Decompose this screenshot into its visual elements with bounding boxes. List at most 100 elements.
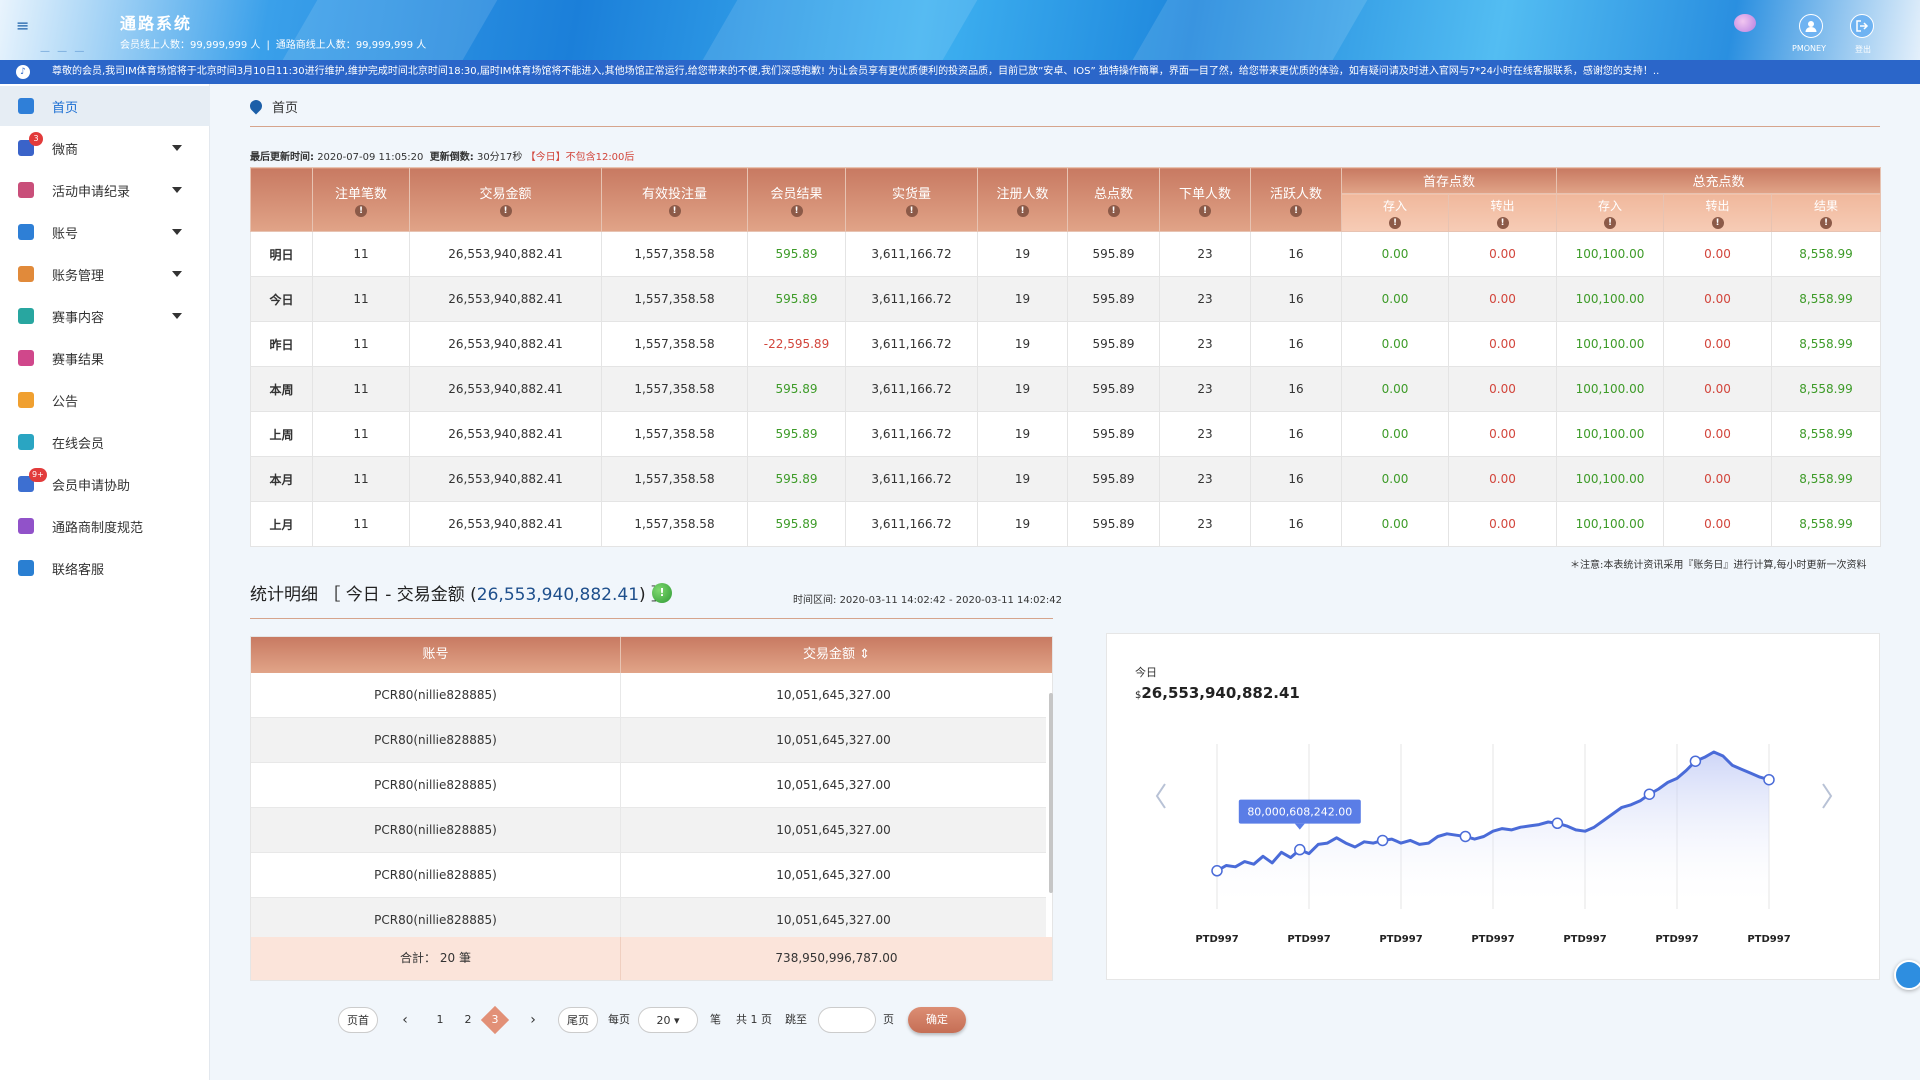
page-number[interactable]: 1: [430, 1007, 450, 1033]
sidebar-item-label: 账务管理: [52, 268, 105, 284]
page-number[interactable]: 2: [458, 1007, 478, 1033]
sub-header: 转出!: [1663, 193, 1773, 232]
sidebar-item[interactable]: 账号: [0, 212, 210, 252]
table-cell: 3,611,166.72: [845, 501, 978, 547]
table-row: 明日 11 26,553,940,882.41 1,557,358.58 595.89 3…: [250, 231, 1882, 277]
info-icon[interactable]: !: [1199, 204, 1211, 217]
user-avatar-icon[interactable]: [1799, 14, 1823, 38]
table-cell: 595.89: [1067, 276, 1160, 322]
caret-down-icon[interactable]: [172, 229, 182, 235]
jump-page-input[interactable]: [818, 1007, 876, 1033]
info-icon[interactable]: !: [652, 583, 672, 603]
sort-icon[interactable]: ⇕: [859, 647, 870, 662]
logout-icon[interactable]: [1850, 14, 1874, 38]
column-header-amount[interactable]: 交易金额 ⇕: [621, 637, 1052, 673]
sidebar-item[interactable]: 赛事内容: [0, 296, 210, 336]
chevron-left-icon[interactable]: ‹: [398, 1007, 412, 1033]
first-page-button[interactable]: 页首: [338, 1007, 378, 1033]
sidebar-item[interactable]: 首页: [0, 86, 210, 126]
sidebar-item[interactable]: 9+ 会员申请协助: [0, 464, 210, 504]
chevron-right-icon[interactable]: [1822, 783, 1833, 809]
corner-header: [250, 167, 313, 232]
table-cell: 11: [312, 321, 410, 367]
table-cell: 3,611,166.72: [845, 276, 978, 322]
column-header: 注单笔数!: [312, 167, 410, 232]
caret-down-icon[interactable]: [172, 271, 182, 277]
sidebar-item[interactable]: 公告: [0, 380, 210, 420]
table-cell: 8,558.99: [1771, 321, 1882, 367]
table-cell: 11: [312, 501, 410, 547]
sidebar-item[interactable]: 赛事结果: [0, 338, 210, 378]
data-point: [1459, 830, 1472, 843]
header-label: 存入: [1598, 198, 1623, 213]
per-page-select[interactable]: 20 ▾: [638, 1007, 698, 1033]
x-tick-label: PTD997: [1563, 934, 1606, 945]
table-cell: 8,558.99: [1771, 411, 1882, 457]
current-page[interactable]: 3: [485, 1007, 505, 1033]
table-cell: 23: [1159, 366, 1251, 412]
header-label: 存入: [1382, 198, 1407, 213]
sidebar-item[interactable]: 3 微商: [0, 128, 210, 168]
info-icon[interactable]: !: [1820, 216, 1833, 229]
jump-label: 跳至: [785, 1013, 807, 1026]
column-header: 总点数!: [1067, 167, 1160, 232]
header-decoration: [702, 0, 978, 60]
last-update-label: 最后更新时间:: [250, 152, 314, 163]
column-header: 交易金额!: [409, 167, 602, 232]
table-cell: 3,611,166.72: [845, 411, 978, 457]
info-icon[interactable]: !: [905, 204, 918, 217]
breadcrumb-label[interactable]: 首页: [272, 97, 298, 116]
amount-cell: 10,051,645,327.00: [776, 823, 891, 837]
confirm-button[interactable]: 确定: [908, 1007, 966, 1033]
sidebar-item[interactable]: 通路商制度规范: [0, 506, 210, 546]
info-icon[interactable]: !: [1389, 216, 1401, 229]
info-icon[interactable]: !: [1711, 216, 1724, 229]
sidebar-item[interactable]: 在线会员: [0, 422, 210, 462]
caret-down-icon[interactable]: [172, 145, 182, 151]
table-cell: 19: [977, 456, 1068, 502]
info-icon[interactable]: !: [1496, 216, 1509, 229]
logout-label[interactable]: 登出: [1855, 44, 1871, 55]
sidebar-item[interactable]: 联络客服: [0, 548, 210, 588]
info-icon[interactable]: !: [499, 204, 512, 217]
sidebar-item[interactable]: 账务管理: [0, 254, 210, 294]
table-cell: 595.89: [747, 456, 846, 502]
info-icon[interactable]: !: [355, 204, 367, 217]
table-cell: 0.00: [1447, 501, 1558, 547]
info-icon[interactable]: !: [790, 204, 803, 217]
header-label: 结果: [1814, 198, 1839, 213]
info-icon[interactable]: !: [668, 204, 681, 217]
summary-table: 注单笔数! 交易金额! 有效投注量! 会员结果! 实货量! 注册人数! 总点数!…: [250, 167, 1882, 547]
account-cell: PCR80(nillie828885): [251, 673, 621, 718]
table-cell: 8,558.99: [1771, 456, 1882, 502]
table-cell: 19: [977, 366, 1068, 412]
caret-down-icon[interactable]: [172, 187, 182, 193]
table-cell: 16: [1250, 276, 1342, 322]
table-row: PCR80(nillie828885) 10,051,645,327.00: [251, 673, 1046, 718]
time-range-value: 2020-03-11 14:02:42 - 2020-03-11 14:02:4…: [839, 595, 1062, 606]
info-icon[interactable]: !: [1016, 204, 1029, 217]
last-page-button[interactable]: 尾页: [558, 1007, 598, 1033]
info-icon[interactable]: !: [1290, 204, 1302, 217]
table-cell: 8,558.99: [1771, 501, 1882, 547]
sidebar-item-label: 联络客服: [52, 562, 105, 578]
info-icon[interactable]: !: [1107, 204, 1120, 217]
row-label: 本周: [250, 366, 313, 412]
scrollbar[interactable]: [1049, 693, 1053, 893]
channel-policy-icon: [18, 518, 34, 534]
sidebar-item[interactable]: 活动申请纪录: [0, 170, 210, 210]
detail-rows[interactable]: PCR80(nillie828885) 10,051,645,327.00 PCR8…: [251, 673, 1052, 943]
table-row: 今日 11 26,553,940,882.41 1,557,358.58 595.89 3…: [250, 276, 1882, 322]
chevron-right-icon[interactable]: ›: [526, 1007, 540, 1033]
caret-down-icon[interactable]: [172, 313, 182, 319]
table-row: PCR80(nillie828885) 10,051,645,327.00: [251, 808, 1046, 853]
table-cell: 595.89: [1067, 321, 1160, 367]
row-label: 明日: [250, 231, 313, 277]
header-label: 注单笔数: [334, 186, 387, 202]
info-icon[interactable]: !: [1604, 216, 1617, 229]
online-stats: 会员线上人数：99,999,999 人 | 通路商线上人数：99,999,999 人: [120, 36, 426, 51]
header-decoration: [1132, 0, 1368, 60]
menu-toggle-icon[interactable]: ≡: [16, 18, 34, 34]
chevron-left-icon[interactable]: [1155, 783, 1166, 809]
chat-help-icon[interactable]: [1894, 960, 1920, 990]
